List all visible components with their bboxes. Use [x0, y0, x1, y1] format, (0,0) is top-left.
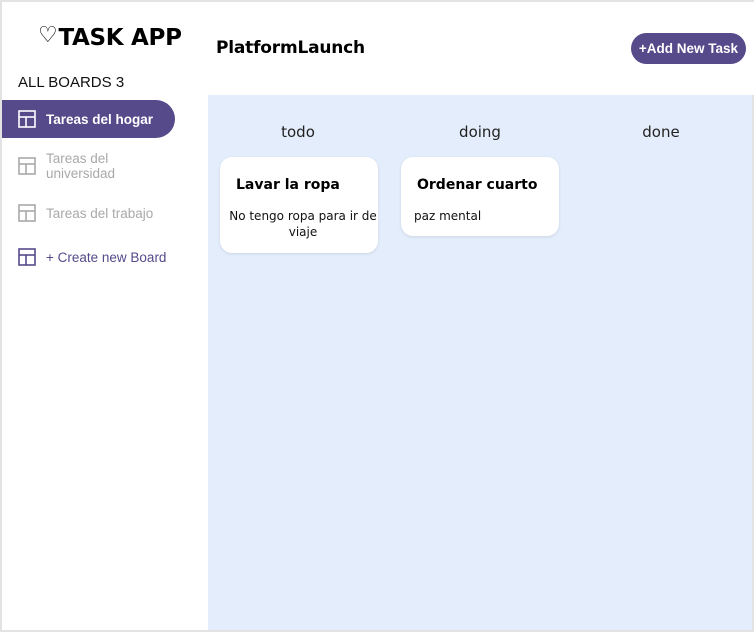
- app-logo: ♡ TASK APP: [38, 22, 182, 54]
- heart-icon: ♡: [38, 22, 58, 48]
- task-card[interactable]: Ordenar cuarto paz mental: [401, 157, 559, 236]
- sidebar: ♡ TASK APP ALL BOARDS 3 Tareas del hogar…: [2, 2, 206, 630]
- board-area: todo doing done Lavar la ropa No tengo r…: [208, 95, 752, 630]
- app-name: TASK APP: [58, 25, 182, 51]
- sidebar-item-label: Tareas del universidad: [46, 151, 116, 181]
- task-card-description: No tengo ropa para ir de viaje: [229, 209, 377, 239]
- task-card-description: paz mental: [414, 209, 482, 223]
- app-window: ♡ TASK APP ALL BOARDS 3 Tareas del hogar…: [0, 0, 754, 632]
- sidebar-item-tareas-del-hogar[interactable]: Tareas del hogar: [2, 100, 175, 138]
- create-board-label: + Create new Board: [46, 249, 167, 265]
- task-card-title: Ordenar cuarto: [417, 177, 538, 193]
- task-card[interactable]: Lavar la ropa No tengo ropa para ir de v…: [220, 157, 378, 253]
- task-card-title: Lavar la ropa: [236, 177, 340, 193]
- create-new-board-button[interactable]: + Create new Board: [2, 238, 175, 276]
- board-layout-icon: [18, 157, 36, 175]
- sidebar-item-label: Tareas del trabajo: [46, 205, 154, 221]
- add-new-task-button[interactable]: +Add New Task: [630, 33, 746, 64]
- page-title: PlatformLaunch: [216, 38, 365, 58]
- sidebar-item-tareas-del-trabajo[interactable]: Tareas del trabajo: [2, 194, 175, 232]
- all-boards-count: ALL BOARDS 3: [18, 74, 125, 91]
- sidebar-item-label: Tareas del hogar: [46, 111, 154, 127]
- sidebar-item-tareas-del-universidad[interactable]: Tareas del universidad: [2, 147, 175, 185]
- column-title-doing: doing: [459, 123, 501, 141]
- column-title-done: done: [642, 123, 680, 141]
- column-title-todo: todo: [281, 123, 315, 141]
- board-layout-icon: [18, 248, 36, 266]
- board-layout-icon: [18, 110, 36, 128]
- board-layout-icon: [18, 204, 36, 222]
- board-header: PlatformLaunch +Add New Task: [206, 2, 754, 95]
